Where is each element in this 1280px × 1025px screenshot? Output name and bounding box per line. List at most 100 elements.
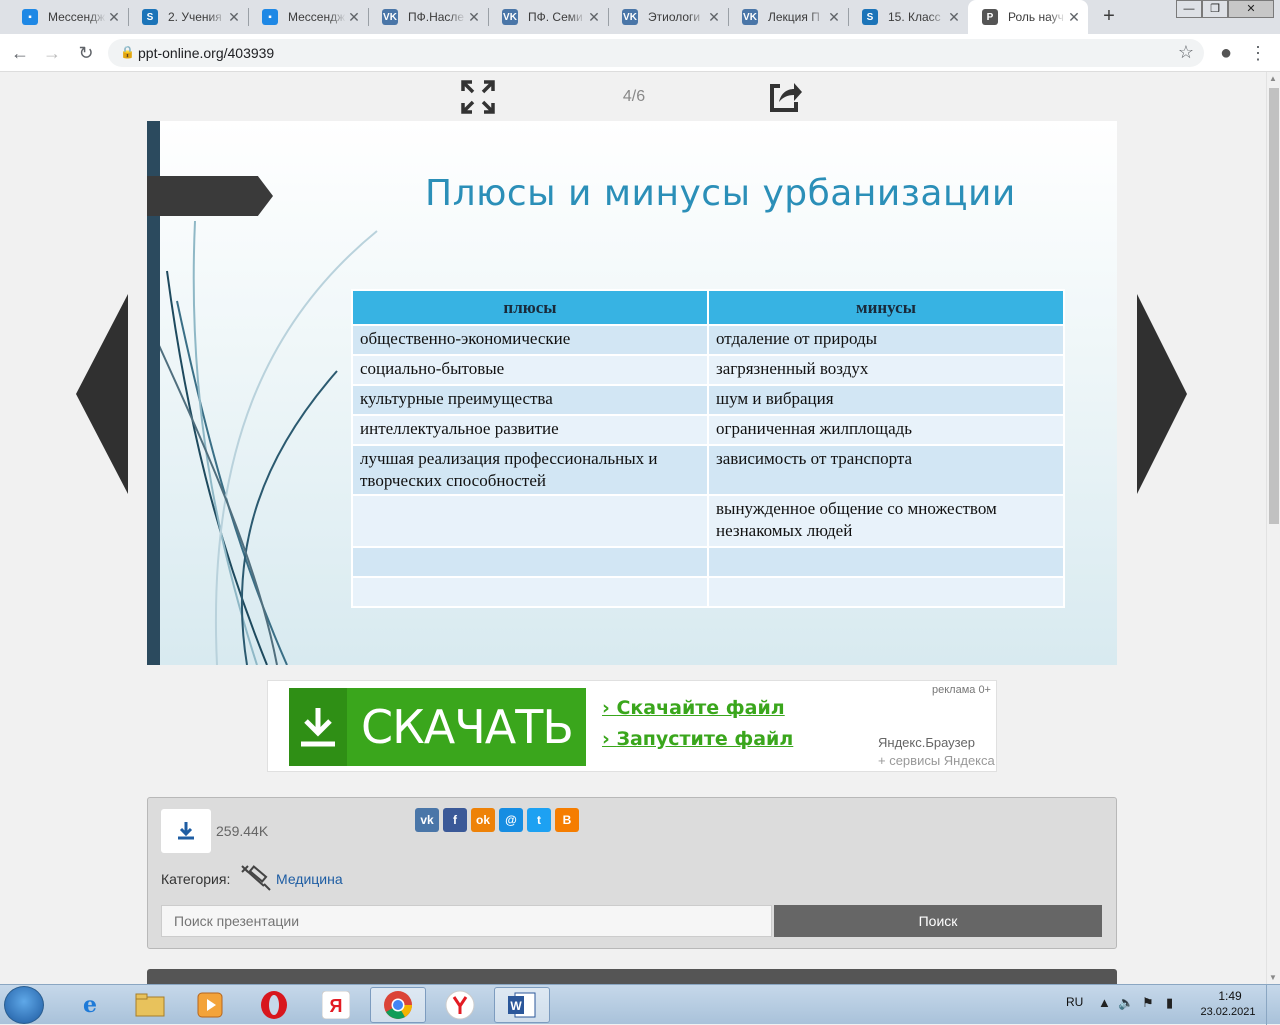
s-icon: S — [142, 9, 158, 25]
previous-slide-arrow[interactable] — [76, 294, 128, 494]
close-tab-icon[interactable]: ✕ — [1066, 9, 1082, 26]
close-tab-icon[interactable]: ✕ — [106, 9, 122, 26]
table-header-cons: минусы — [707, 289, 1065, 326]
browser-tab-label: Лекция П — [768, 10, 820, 24]
page-scrollbar[interactable]: ▲ ▼ — [1266, 72, 1280, 984]
tray-flag-icon[interactable]: ⚑ — [1142, 995, 1154, 1011]
show-desktop-button[interactable] — [1266, 985, 1280, 1025]
table-row — [351, 546, 1065, 578]
download-button[interactable] — [161, 809, 211, 853]
ad-banner[interactable]: СКАЧАТЬ › Скачайте файл › Запустите файл… — [267, 680, 997, 772]
search-input[interactable] — [161, 905, 772, 937]
ppt-icon: P — [982, 9, 998, 25]
browser-tab[interactable]: ▪ Мессендж ✕ — [8, 0, 128, 34]
profile-icon[interactable]: ● — [1214, 41, 1238, 65]
share-vk-icon[interactable]: vk — [415, 808, 439, 832]
svg-text:Я: Я — [330, 996, 343, 1016]
search-button[interactable]: Поиск — [774, 905, 1102, 937]
browser-tab[interactable]: VK Лекция П ✕ — [728, 0, 848, 34]
cons-cell: отдаление от природы — [707, 324, 1065, 356]
pros-cons-table: плюсы минусы общественно-экономические от… — [351, 289, 1065, 608]
ad-link-run[interactable]: › Запустите файл — [602, 728, 793, 750]
ad-label: реклама 0+ — [932, 684, 991, 696]
table-header-pros: плюсы — [351, 289, 709, 326]
forward-icon[interactable]: → — [40, 41, 64, 65]
pros-cell — [351, 546, 709, 578]
tray-language[interactable]: RU — [1066, 995, 1083, 1009]
info-panel: 259.44K vk f ok @ t B Категория: Медицина Пои… — [147, 797, 1117, 949]
file-size: 259.44K — [216, 823, 269, 839]
lock-icon: 🔒 — [120, 45, 135, 59]
browser-tab[interactable]: VK ПФ. Семи ✕ — [488, 0, 608, 34]
start-button[interactable] — [4, 986, 44, 1024]
taskbar-ie-icon[interactable]: e — [62, 987, 118, 1023]
scroll-down-arrow[interactable]: ▼ — [1269, 973, 1277, 982]
next-slide-arrow[interactable] — [1137, 294, 1187, 494]
share-odnoklassniki-icon[interactable]: ok — [471, 808, 495, 832]
close-tab-icon[interactable]: ✕ — [706, 9, 722, 26]
syringe-icon — [238, 862, 272, 898]
share-icon[interactable] — [767, 80, 803, 114]
taskbar-yandex-icon[interactable]: Я — [308, 987, 364, 1023]
windows-taskbar: e Я W RU ▲ 🔈 ⚑ ▮ 1:49 23.02.2021 — [0, 984, 1280, 1025]
close-tab-icon[interactable]: ✕ — [586, 9, 602, 26]
browser-tab-strip: ▪ Мессендж ✕ S 2. Учения ✕ ▪ Мессендж ✕ VK ПФ.Насл… — [0, 0, 1280, 34]
close-window-button[interactable]: ✕ — [1228, 0, 1274, 18]
pros-cell: социально-бытовые — [351, 354, 709, 386]
share-facebook-icon[interactable]: f — [443, 808, 467, 832]
cons-cell: шум и вибрация — [707, 384, 1065, 416]
browser-tab-label: ПФ. Семи — [528, 10, 583, 24]
bookmark-star-icon[interactable]: ☆ — [1178, 42, 1194, 63]
taskbar-word-icon[interactable]: W — [494, 987, 550, 1023]
browser-tab[interactable]: S 15. Класс ✕ — [848, 0, 968, 34]
back-icon[interactable]: ← — [8, 41, 32, 65]
category-label: Категория: — [161, 871, 231, 887]
close-tab-icon[interactable]: ✕ — [826, 9, 842, 26]
category-link[interactable]: Медицина — [276, 871, 343, 887]
ad-download-button[interactable]: СКАЧАТЬ — [289, 688, 586, 766]
taskbar-media-player-icon[interactable] — [182, 987, 238, 1023]
tray-volume-icon[interactable]: 🔈 — [1118, 995, 1134, 1011]
fullscreen-icon[interactable] — [460, 79, 496, 115]
close-tab-icon[interactable]: ✕ — [226, 9, 242, 26]
browser-tab[interactable]: VK Этиологи ✕ — [608, 0, 728, 34]
taskbar-explorer-icon[interactable] — [122, 987, 178, 1023]
clock-date[interactable]: 23.02.2021 — [1196, 1006, 1260, 1018]
share-moimir-icon[interactable]: @ — [499, 808, 523, 832]
tray-network-icon[interactable]: ▮ — [1166, 995, 1173, 1011]
browser-tab-label: Роль науч — [1008, 10, 1064, 24]
browser-tab[interactable]: P Роль науч ✕ — [968, 0, 1088, 34]
pros-cell — [351, 494, 709, 548]
address-bar[interactable]: 🔒 ppt-online.org/403939 ☆ — [108, 39, 1204, 67]
ad-link-download-text[interactable]: Скачайте файл — [616, 697, 784, 719]
scroll-up-arrow[interactable]: ▲ — [1269, 74, 1277, 83]
share-blogger-icon[interactable]: B — [555, 808, 579, 832]
taskbar-opera-icon[interactable] — [246, 987, 302, 1023]
tray-show-hidden-icon[interactable]: ▲ — [1098, 995, 1111, 1010]
download-arrow-icon — [289, 688, 347, 766]
taskbar-chrome-icon[interactable] — [370, 987, 426, 1023]
new-tab-button[interactable]: + — [1098, 6, 1120, 28]
browser-tab[interactable]: S 2. Учения ✕ — [128, 0, 248, 34]
reload-icon[interactable]: ↻ — [74, 41, 98, 65]
url-text[interactable]: ppt-online.org/403939 — [138, 45, 274, 61]
ad-brand: Яндекс.Браузер — [878, 735, 975, 750]
clock-time[interactable]: 1:49 — [1208, 989, 1252, 1003]
maximize-button[interactable]: ❐ — [1202, 0, 1228, 18]
ad-link-run-text[interactable]: Запустите файл — [616, 728, 793, 750]
minimize-button[interactable]: — — [1176, 0, 1202, 18]
close-tab-icon[interactable]: ✕ — [466, 9, 482, 26]
close-tab-icon[interactable]: ✕ — [946, 9, 962, 26]
cons-cell: загрязненный воздух — [707, 354, 1065, 386]
browser-tab[interactable]: ▪ Мессендж ✕ — [248, 0, 368, 34]
share-twitter-icon[interactable]: t — [527, 808, 551, 832]
menu-icon[interactable]: ⋮ — [1246, 41, 1270, 65]
close-tab-icon[interactable]: ✕ — [346, 9, 362, 26]
browser-tab[interactable]: VK ПФ.Насле ✕ — [368, 0, 488, 34]
messenger-icon: ▪ — [262, 9, 278, 25]
scrollbar-thumb[interactable] — [1269, 88, 1279, 524]
table-row: культурные преимущества шум и вибрация — [351, 384, 1065, 416]
vk-icon: VK — [382, 9, 398, 25]
ad-link-download[interactable]: › Скачайте файл — [602, 697, 785, 719]
taskbar-yandex-browser-icon[interactable] — [432, 987, 488, 1023]
